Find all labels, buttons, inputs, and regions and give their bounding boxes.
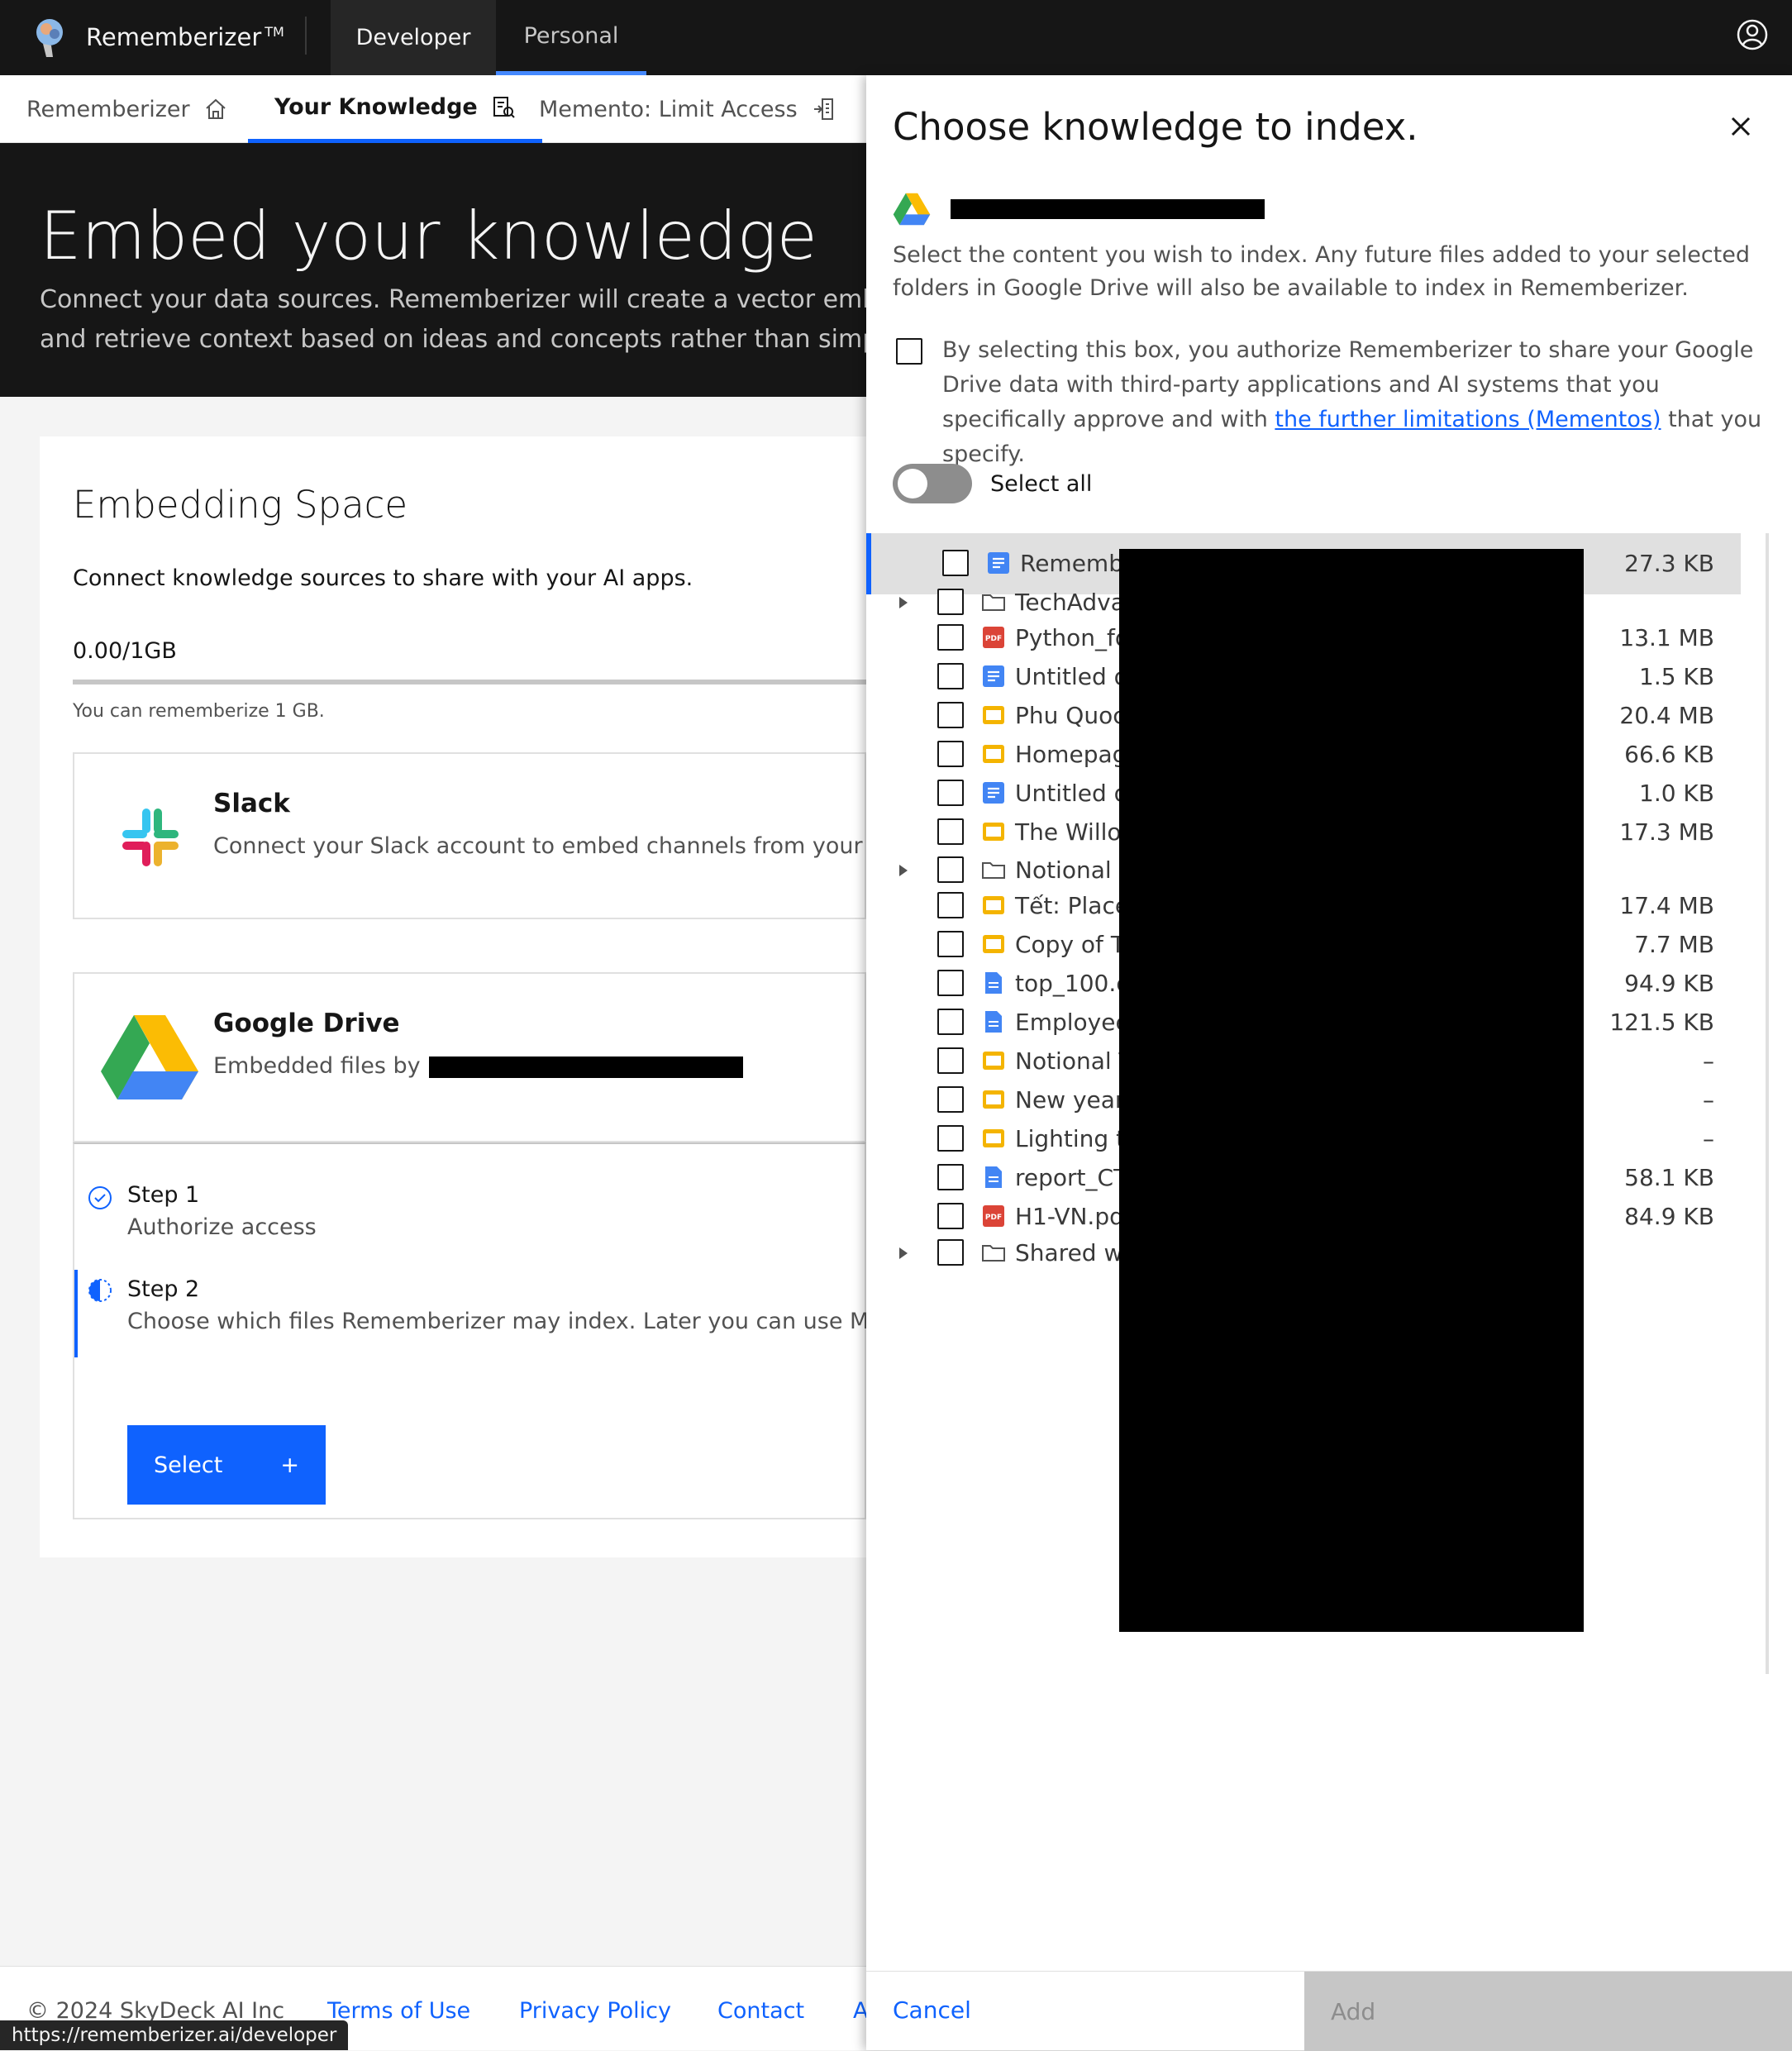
google-drive-icon bbox=[893, 193, 931, 226]
knowledge-search-icon bbox=[493, 96, 515, 118]
consent-checkbox[interactable] bbox=[896, 338, 922, 365]
svg-text:PDF: PDF bbox=[985, 1214, 1002, 1222]
folder-icon bbox=[980, 1239, 1007, 1266]
expand-caret-icon[interactable] bbox=[899, 865, 908, 876]
brain-logo-icon bbox=[36, 19, 63, 57]
terms-of-use-link[interactable]: Terms of Use bbox=[327, 1998, 470, 2024]
home-icon bbox=[205, 98, 226, 119]
expand-caret-icon[interactable] bbox=[899, 597, 908, 608]
tab-label: Your Knowledge bbox=[274, 94, 478, 120]
tab-developer[interactable]: Developer bbox=[331, 0, 496, 75]
sub-navbar: Rememberizer Your Knowledge Memento: Lim… bbox=[0, 75, 866, 143]
step-1: Step 1 Authorize access bbox=[127, 1182, 317, 1240]
hero-banner: Embed your knowledge Connect your data s… bbox=[0, 143, 866, 397]
card-title: Embedding Space bbox=[73, 483, 408, 527]
mementos-link[interactable]: the further limitations (Mementos) bbox=[1275, 407, 1661, 432]
panel-description: Select the content you wish to index. An… bbox=[893, 242, 1751, 301]
top-navbar: Rememberizer TM Developer Personal bbox=[0, 0, 1792, 75]
slack-source[interactable]: Slack Connect your Slack account to embe… bbox=[73, 752, 866, 919]
slack-logo-icon bbox=[122, 808, 179, 866]
brand[interactable]: Rememberizer TM bbox=[31, 12, 284, 63]
select-all-row: Select all bbox=[893, 464, 1092, 503]
memento-icon bbox=[813, 98, 833, 120]
checkmark-circle-icon bbox=[88, 1186, 112, 1209]
tab-label: Memento: Limit Access bbox=[539, 96, 798, 122]
active-step-indicator bbox=[74, 1270, 78, 1357]
google-drive-logo-icon bbox=[101, 1015, 198, 1099]
select-all-label: Select all bbox=[990, 470, 1093, 497]
storage-progress-bar bbox=[73, 680, 866, 684]
tab-your-knowledge[interactable]: Your Knowledge bbox=[248, 75, 542, 143]
google-drive-source[interactable]: Google Drive Embedded files by bbox=[73, 972, 866, 1142]
embedding-space-card: Embedding Space Connect knowledge source… bbox=[40, 436, 866, 1557]
consent-text: By selecting this box, you authorize Rem… bbox=[942, 337, 1762, 467]
brand-name: Rememberizer TM bbox=[86, 23, 284, 51]
svg-text:PDF: PDF bbox=[985, 635, 1002, 643]
source-name: Google Drive bbox=[213, 1009, 400, 1038]
contact-link[interactable]: Contact bbox=[717, 1998, 804, 2024]
select-files-button[interactable]: Select + bbox=[127, 1425, 326, 1505]
select-all-toggle[interactable] bbox=[893, 464, 972, 503]
storage-usage: 0.00/1GB bbox=[73, 638, 177, 664]
half-circle-icon bbox=[88, 1279, 112, 1302]
tab-personal[interactable]: Personal bbox=[496, 0, 646, 75]
privacy-policy-link[interactable]: Privacy Policy bbox=[519, 1998, 671, 2024]
row-checkbox[interactable] bbox=[937, 1239, 964, 1266]
panel-footer: Cancel Add bbox=[866, 1971, 1792, 2051]
source-description: Embedded files by bbox=[213, 1053, 743, 1079]
account-row bbox=[893, 193, 1265, 226]
expand-caret-icon[interactable] bbox=[899, 1247, 908, 1259]
panel-title: Choose knowledge to index. bbox=[893, 105, 1418, 149]
storage-note: You can rememberize 1 GB. bbox=[73, 701, 325, 722]
hero-description: Connect your data sources. Rememberizer … bbox=[40, 285, 866, 354]
step-2: Step 2 Choose which files Rememberizer m… bbox=[127, 1276, 866, 1334]
tab-rememberizer[interactable]: Rememberizer bbox=[26, 75, 228, 143]
card-description: Connect knowledge sources to share with … bbox=[73, 565, 693, 591]
tab-memento-limit-access[interactable]: Memento: Limit Access bbox=[539, 75, 836, 143]
steps-panel: Step 1 Authorize access Step 2 Choose wh… bbox=[73, 1142, 866, 1519]
add-button[interactable]: Add bbox=[1304, 1972, 1792, 2051]
tab-label: Rememberizer bbox=[26, 96, 190, 122]
scrollbar-track[interactable] bbox=[1766, 533, 1769, 1674]
source-name: Slack bbox=[213, 789, 290, 818]
redacted-email bbox=[951, 199, 1265, 219]
status-bar-url: https://rememberizer.ai/developer bbox=[0, 2020, 349, 2050]
source-description: Connect your Slack account to embed chan… bbox=[213, 833, 866, 859]
redacted-file-names bbox=[1119, 549, 1584, 1632]
hero-title: Embed your knowledge bbox=[40, 198, 817, 274]
cancel-button[interactable]: Cancel bbox=[893, 1996, 971, 2024]
user-avatar-icon[interactable] bbox=[1736, 18, 1769, 51]
plus-icon: + bbox=[280, 1452, 299, 1478]
nav-divider bbox=[305, 17, 307, 55]
redacted-email bbox=[428, 1056, 743, 1078]
close-icon[interactable] bbox=[1723, 108, 1759, 145]
